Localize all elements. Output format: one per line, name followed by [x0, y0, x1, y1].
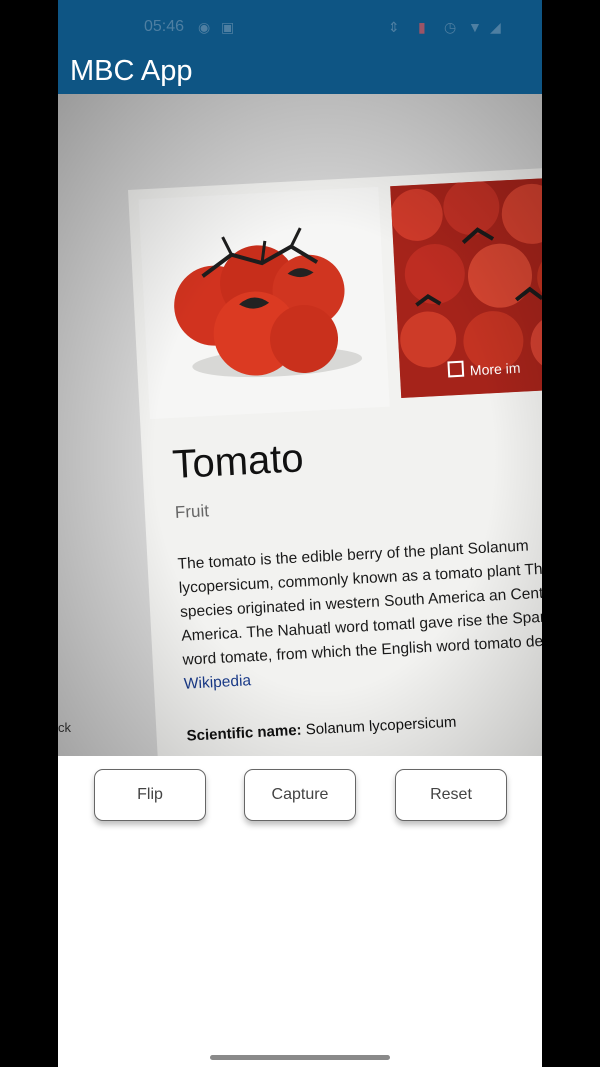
camera-preview[interactable]: More im < Tomato Fruit The tomato is the…: [58, 94, 542, 756]
status-bar: 05:46 ◉ ▣ ⇕ ▮ ◷ ▼ ◢: [58, 0, 542, 52]
scientific-name-value: Solanum lycopersicum: [301, 713, 457, 739]
background-side-text: ck: [58, 720, 71, 735]
app-title: MBC App: [70, 55, 193, 87]
scientific-name: Scientific name: Solanum lycopersicum: [186, 714, 457, 745]
card-description: The tomato is the edible berry of the pl…: [177, 532, 542, 697]
description-text: The tomato is the edible berry of the pl…: [177, 537, 542, 669]
signal-icon: ◢: [490, 19, 501, 35]
status-time: 05:46: [144, 18, 185, 35]
flip-button[interactable]: Flip: [94, 769, 206, 821]
image-icon: [447, 360, 465, 378]
tomato-illustration: [174, 227, 363, 378]
app-bar: MBC App: [58, 52, 542, 94]
more-images-label: More im: [469, 359, 521, 379]
record-icon: ◉: [198, 19, 211, 35]
card-subtitle: Fruit: [174, 501, 210, 522]
capture-button[interactable]: Capture: [244, 769, 356, 821]
more-images-panel[interactable]: More im: [390, 176, 542, 398]
wikipedia-link: Wikipedia: [183, 672, 252, 693]
phone-screen: 05:46 ◉ ▣ ⇕ ▮ ◷ ▼ ◢ MBC App More im Toma…: [58, 0, 542, 1067]
wifi-icon: ▼: [468, 19, 482, 35]
tomato-image: [138, 186, 390, 420]
home-indicator[interactable]: [210, 1055, 390, 1060]
scientific-name-label: Scientific name:: [186, 721, 302, 745]
camera-notification-icon: ▣: [221, 19, 235, 35]
alarm-icon: ◷: [444, 19, 457, 35]
vibrate-icon: ⇕: [388, 19, 400, 35]
mute-icon: ▮: [418, 19, 426, 35]
card-title: Tomato: [171, 436, 305, 488]
reset-button[interactable]: Reset: [395, 769, 507, 821]
search-result-card: More im < Tomato Fruit The tomato is the…: [128, 167, 542, 756]
